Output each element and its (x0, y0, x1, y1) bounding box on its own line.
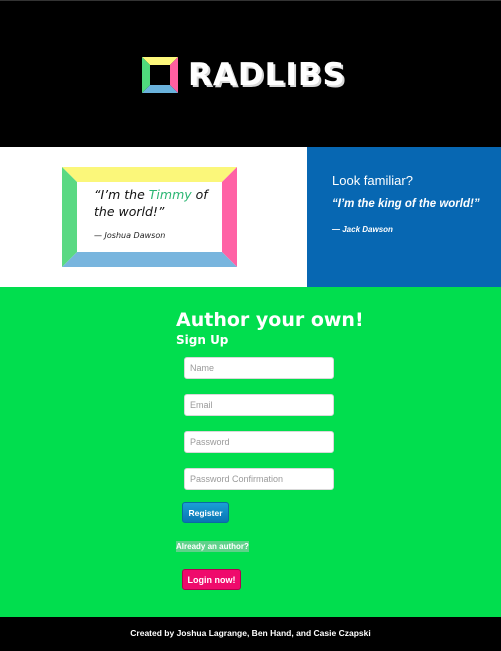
site-footer: Created by Joshua Lagrange, Ben Hand, an… (0, 617, 501, 651)
login-button[interactable]: Login now! (182, 569, 241, 590)
already-author-link[interactable]: Already an author? (176, 541, 249, 552)
logo-wordmark: RADLIBS (188, 57, 346, 93)
signup-section: Author your own! Sign Up Register Alread… (0, 287, 501, 617)
register-button[interactable]: Register (182, 502, 229, 523)
familiar-panel: Look familiar? “I’m the king of the worl… (307, 147, 501, 287)
password-confirmation-field[interactable] (184, 468, 334, 490)
original-quote-author: — Jack Dawson (332, 225, 393, 234)
password-field[interactable] (184, 431, 334, 453)
madlib-highlight-word: Timmy (148, 187, 192, 202)
site-logo[interactable]: RADLIBS (142, 57, 346, 93)
sample-card-panel: “I’m the Timmy of the world!” — Joshua D… (0, 147, 307, 287)
email-field[interactable] (184, 394, 334, 416)
intro-band: “I’m the Timmy of the world!” — Joshua D… (0, 147, 501, 287)
site-header: RADLIBS (0, 0, 501, 147)
name-field[interactable] (184, 357, 334, 379)
signup-subheading: Sign Up (176, 333, 229, 347)
signup-heading: Author your own! (176, 309, 364, 331)
sample-quote-text: “I’m the Timmy of the world!” (94, 187, 208, 219)
familiar-question: Look familiar? (332, 173, 413, 188)
sample-quote-author: — Joshua Dawson (94, 231, 166, 240)
original-quote: “I’m the king of the world!” (332, 198, 480, 210)
footer-credits: Created by Joshua Lagrange, Ben Hand, an… (130, 628, 371, 638)
sample-quote-card: “I’m the Timmy of the world!” — Joshua D… (62, 167, 237, 267)
radlibs-frame-icon (142, 57, 178, 93)
